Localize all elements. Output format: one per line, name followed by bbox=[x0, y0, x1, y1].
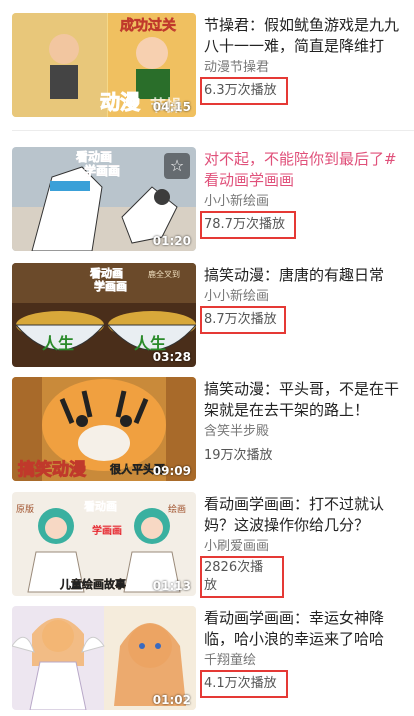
thumbnail-caption: 学画画 bbox=[84, 163, 120, 178]
video-duration: 01:13 bbox=[152, 579, 191, 593]
thumbnail-caption: 看动画 bbox=[84, 499, 117, 513]
video-duration: 01:20 bbox=[152, 234, 191, 248]
video-duration: 09:09 bbox=[152, 464, 191, 478]
video-thumbnail[interactable]: 成功过关 动漫 节操 04:15 bbox=[12, 13, 196, 117]
video-author[interactable]: 含笑半步殿 bbox=[204, 423, 410, 441]
video-title[interactable]: 搞笑动漫：平头哥，不是在干架就是在去干架的路上！ bbox=[204, 379, 410, 421]
video-thumbnail[interactable]: 01:02 bbox=[12, 606, 196, 710]
video-author[interactable]: 动漫节操君 bbox=[204, 59, 410, 77]
thumbnail-caption: 看动画 bbox=[76, 149, 112, 164]
video-info: 节操君：假如鱿鱼游戏是九九八十一一难，简直是降维打击... 动漫节操君 6.3万… bbox=[200, 15, 410, 105]
video-play-count: 8.7万次播放 bbox=[200, 306, 286, 334]
video-duration: 04:15 bbox=[152, 100, 191, 114]
video-play-count: 6.3万次播放 bbox=[200, 77, 288, 105]
video-play-count: 2826次播放 bbox=[200, 556, 284, 598]
thumbnail-caption: 人生 bbox=[42, 334, 74, 353]
thumbnail-caption: 成功过关 bbox=[120, 17, 176, 34]
video-info: 看动画学画画：打不过就认妈？这波操作你给几分？ 小刷爱画画 2826次播放 bbox=[200, 494, 410, 598]
video-author[interactable]: 小小新绘画 bbox=[204, 288, 410, 306]
thumbnail-caption: 学画画 bbox=[92, 524, 122, 537]
video-info: 看动画学画画：幸运女神降临，哈小浪的幸运来了哈哈 千翔童绘 4.1万次播放 bbox=[200, 608, 410, 698]
video-thumbnail[interactable]: 看动画 学画画 鹿全叉到 人生 人生 03:28 bbox=[12, 263, 196, 367]
thumbnail-caption: 鹿全叉到 bbox=[148, 269, 180, 279]
thumbnail-caption: 绘画 bbox=[168, 503, 186, 515]
thumbnail-logo-text: 动漫 bbox=[100, 90, 141, 114]
video-play-count: 19万次播放 bbox=[204, 448, 273, 463]
thumbnail-caption: 儿童绘画故事 bbox=[59, 577, 126, 591]
video-author[interactable]: 小小新绘画 bbox=[204, 193, 410, 211]
video-author[interactable]: 千翔童绘 bbox=[204, 652, 410, 670]
video-title[interactable]: 看动画学画画：幸运女神降临，哈小浪的幸运来了哈哈 bbox=[204, 608, 410, 650]
video-thumbnail[interactable]: 看动画 学画画 原版 绘画 儿童绘画故事 01:13 bbox=[12, 492, 196, 596]
thumbnail-caption: 看动画 bbox=[90, 266, 123, 280]
video-title[interactable]: 对不起，不能陪你到最后了#看动画学画画 bbox=[204, 149, 410, 191]
video-duration: 01:02 bbox=[152, 693, 191, 707]
video-thumbnail[interactable]: 看动画 学画画 ☆ 01:20 bbox=[12, 147, 196, 251]
thumbnail-caption: 搞笑动漫 bbox=[18, 459, 87, 480]
star-icon[interactable]: ☆ bbox=[164, 153, 190, 179]
thumbnail-caption: 原版 bbox=[16, 503, 34, 515]
video-play-count: 4.1万次播放 bbox=[200, 670, 288, 698]
video-duration: 03:28 bbox=[152, 350, 191, 364]
thumbnail-caption: 学画画 bbox=[94, 279, 127, 293]
video-title[interactable]: 节操君：假如鱿鱼游戏是九九八十一一难，简直是降维打击... bbox=[204, 15, 410, 57]
video-info: 对不起，不能陪你到最后了#看动画学画画 小小新绘画 78.7万次播放 bbox=[200, 149, 410, 239]
video-thumbnail[interactable]: 搞笑动漫 很人平头哥 09:09 bbox=[12, 377, 196, 481]
video-author[interactable]: 小刷爱画画 bbox=[204, 538, 410, 556]
video-list: 成功过关 动漫 节操 04:15 节操君：假如鱿鱼游戏是九九八十一一难，简直是降… bbox=[0, 0, 414, 716]
video-title[interactable]: 看动画学画画：打不过就认妈？这波操作你给几分？ bbox=[204, 494, 410, 536]
video-info: 搞笑动漫：唐唐的有趣日常 小小新绘画 8.7万次播放 bbox=[200, 265, 410, 334]
video-play-count: 78.7万次播放 bbox=[200, 211, 296, 239]
video-info: 搞笑动漫：平头哥，不是在干架就是在去干架的路上！ 含笑半步殿 19万次播放 bbox=[204, 379, 410, 465]
divider bbox=[12, 130, 414, 131]
video-title[interactable]: 搞笑动漫：唐唐的有趣日常 bbox=[204, 265, 410, 286]
